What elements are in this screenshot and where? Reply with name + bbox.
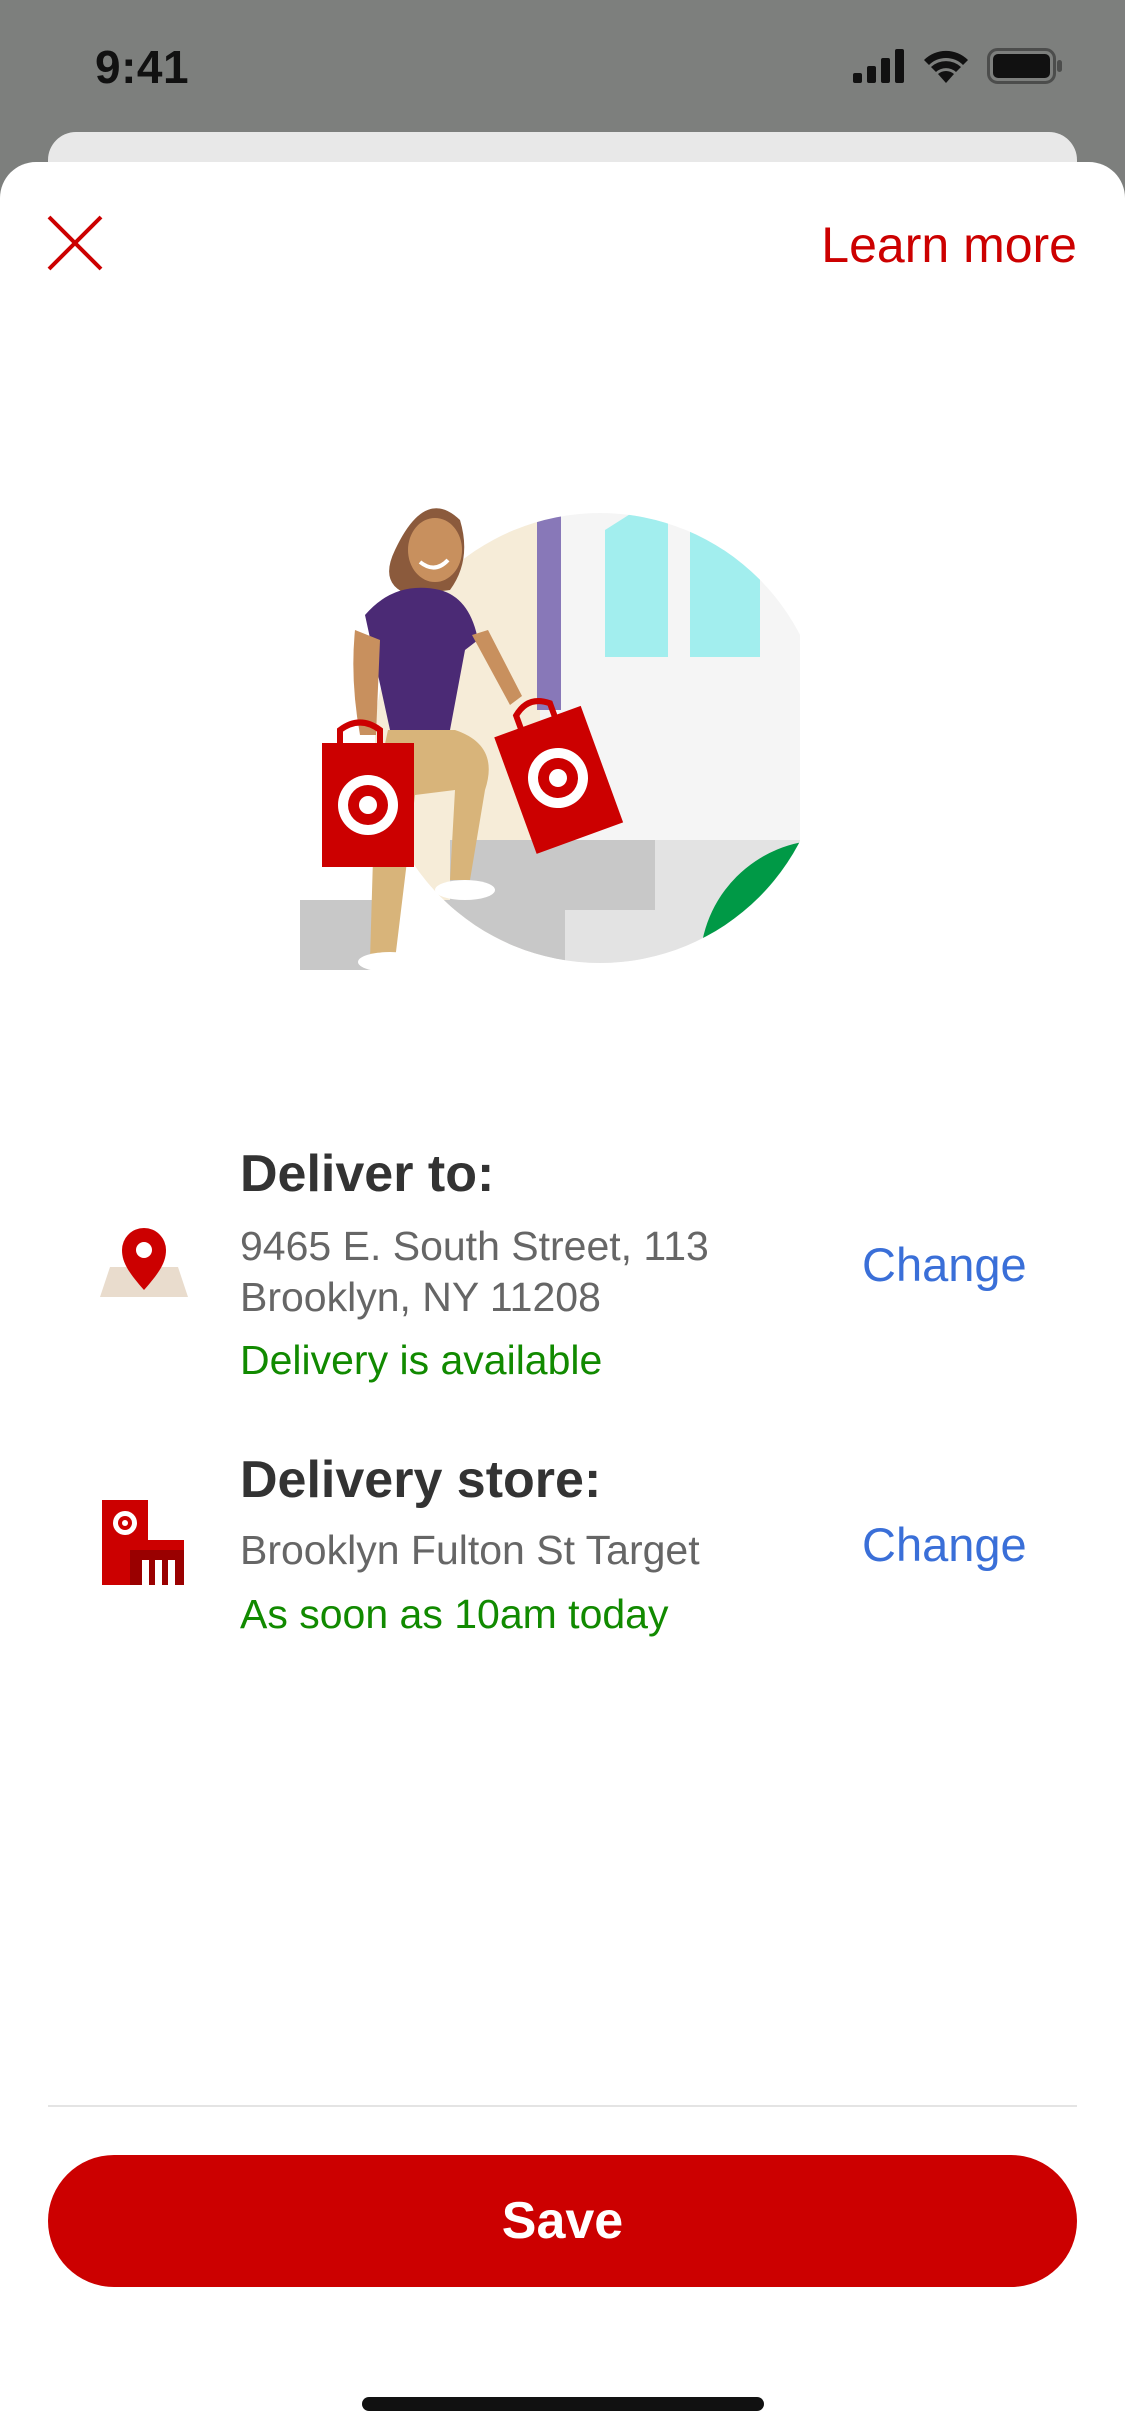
address-line-2: Brooklyn, NY 11208: [240, 1274, 601, 1320]
save-button[interactable]: Save: [48, 2155, 1077, 2287]
store-icon: [102, 1500, 184, 1590]
learn-more-link[interactable]: Learn more: [821, 216, 1077, 274]
status-icons: [853, 48, 1063, 89]
cellular-signal-icon: [853, 49, 905, 88]
change-address-button[interactable]: Change: [862, 1237, 1027, 1292]
close-icon: [46, 215, 104, 276]
change-store-button[interactable]: Change: [862, 1517, 1027, 1572]
wifi-icon: [923, 49, 969, 88]
status-bar: 9:41: [0, 0, 1125, 135]
delivery-time-status: As soon as 10am today: [240, 1591, 669, 1637]
delivery-illustration: [300, 490, 825, 972]
battery-icon: [987, 48, 1063, 89]
delivery-availability-status: Delivery is available: [240, 1337, 603, 1383]
close-button[interactable]: [46, 214, 104, 272]
address-line-1: 9465 E. South Street, 113: [240, 1223, 709, 1269]
store-name: Brooklyn Fulton St Target: [240, 1527, 700, 1573]
status-time: 9:41: [95, 41, 190, 93]
location-pin-icon: [100, 1222, 188, 1302]
home-indicator: [362, 2397, 764, 2411]
deliver-to-title: Deliver to:: [240, 1145, 495, 1203]
delivery-store-title: Delivery store:: [240, 1451, 602, 1509]
footer-divider: [48, 2105, 1077, 2107]
